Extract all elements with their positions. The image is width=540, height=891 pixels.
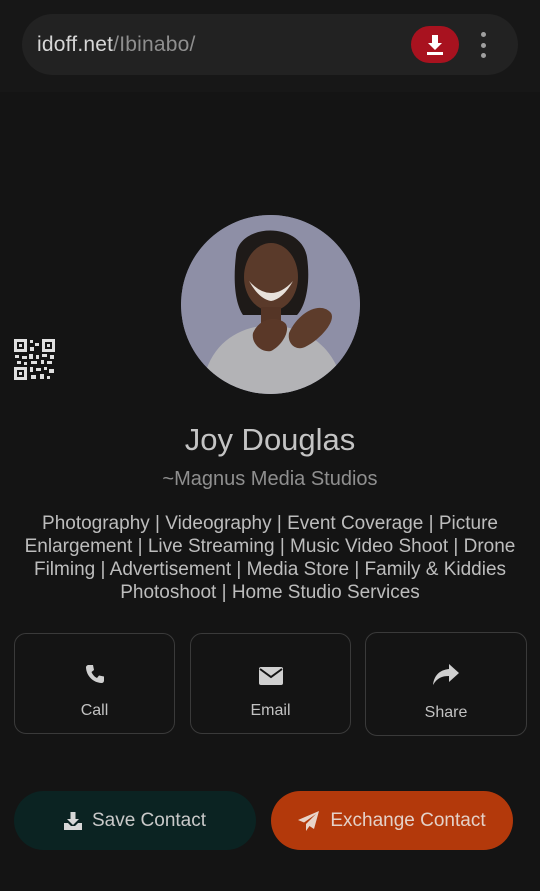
- email-button[interactable]: Email: [190, 633, 351, 734]
- paper-plane-icon: [298, 810, 320, 831]
- profile-photo: [181, 215, 360, 394]
- call-button[interactable]: Call: [14, 633, 175, 734]
- profile-bio: Photography | Videography | Event Covera…: [24, 513, 516, 603]
- share-button[interactable]: Share: [365, 632, 527, 736]
- share-arrow-icon: [433, 664, 459, 685]
- call-label: Call: [80, 702, 109, 719]
- url-text[interactable]: idoff.net/Ibinabo/: [37, 33, 196, 57]
- save-contact-button[interactable]: Save Contact: [14, 791, 256, 850]
- url-path: /Ibinabo/: [113, 33, 196, 56]
- envelope-icon: [258, 667, 283, 685]
- more-vertical-icon[interactable]: [474, 32, 492, 58]
- qr-code-icon[interactable]: [14, 339, 55, 380]
- phone-icon: [85, 665, 104, 683]
- download-button[interactable]: [411, 26, 459, 63]
- email-label: Email: [250, 702, 291, 719]
- exchange-contact-button[interactable]: Exchange Contact: [271, 791, 513, 850]
- download-icon: [427, 34, 443, 55]
- download-icon: [63, 811, 82, 830]
- browser-toolbar: idoff.net/Ibinabo/: [0, 0, 540, 92]
- profile-company: ~Magnus Media Studios: [162, 468, 378, 490]
- share-label: Share: [424, 704, 468, 721]
- url-domain: idoff.net: [37, 33, 114, 56]
- profile-name: Joy Douglas: [184, 422, 356, 457]
- exchange-contact-label: Exchange Contact: [330, 809, 486, 831]
- save-contact-label: Save Contact: [91, 809, 207, 831]
- address-bar[interactable]: idoff.net/Ibinabo/: [22, 14, 518, 75]
